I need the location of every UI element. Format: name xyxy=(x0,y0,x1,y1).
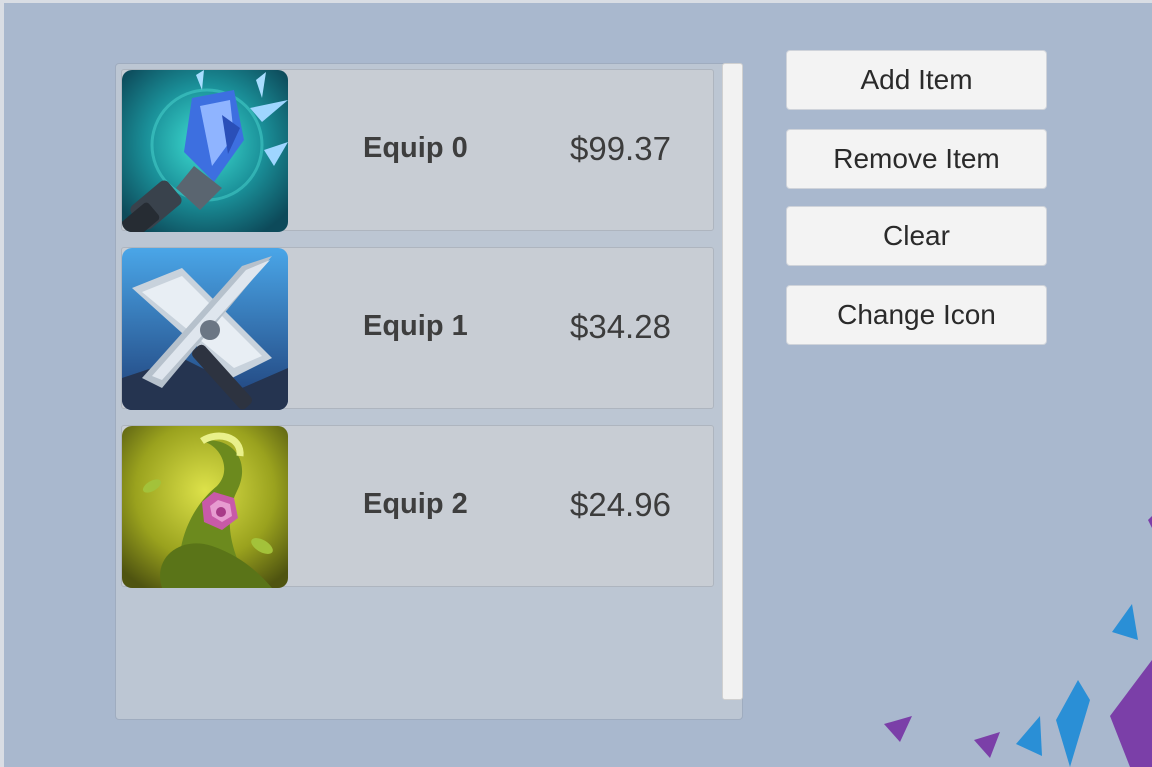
item-name: Equip 1 xyxy=(363,310,468,342)
crystal-staff-icon xyxy=(122,70,288,232)
vertical-scrollbar[interactable] xyxy=(722,63,743,700)
item-price: $34.28 xyxy=(570,308,671,345)
inventory-item-row[interactable]: Equip 2 $24.96 xyxy=(121,425,714,588)
window-left-edge xyxy=(0,0,4,767)
item-price: $24.96 xyxy=(570,486,671,523)
inventory-item-row[interactable]: Equip 0 $99.37 xyxy=(121,69,714,232)
item-name: Equip 0 xyxy=(363,132,468,164)
inventory-item-row[interactable]: Equip 1 $34.28 xyxy=(121,247,714,410)
add-item-button[interactable]: Add Item xyxy=(786,50,1047,110)
window-top-edge xyxy=(0,0,1152,3)
cross-spear-icon xyxy=(122,248,288,410)
clear-button[interactable]: Clear xyxy=(786,206,1047,266)
remove-item-button[interactable]: Remove Item xyxy=(786,129,1047,189)
vine-gem-icon xyxy=(122,426,288,588)
item-price: $99.37 xyxy=(570,130,671,167)
item-name: Equip 2 xyxy=(363,488,468,520)
change-icon-button[interactable]: Change Icon xyxy=(786,285,1047,345)
